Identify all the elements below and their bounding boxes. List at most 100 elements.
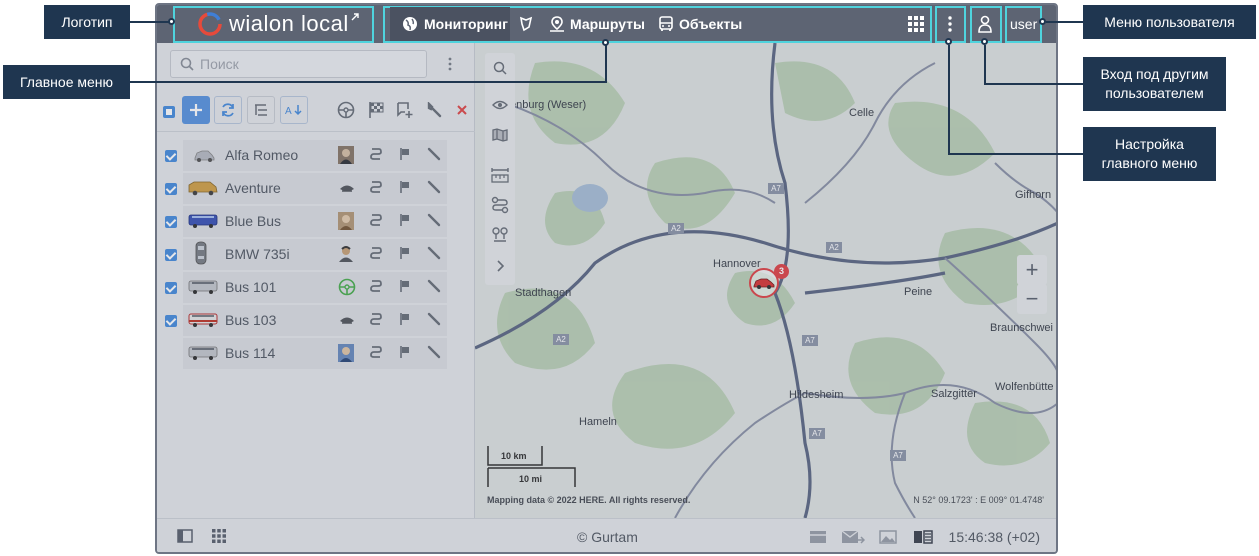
apps-grid-icon <box>212 529 226 543</box>
zoom-out-button[interactable]: − <box>1017 284 1047 314</box>
map-layers-visibility-button[interactable] <box>485 90 515 120</box>
address-tool-button[interactable] <box>485 220 515 250</box>
tab-units[interactable]: Объекты <box>657 5 742 43</box>
driver-avatar-icon <box>340 317 354 324</box>
tab-routes[interactable]: Маршруты <box>548 5 645 43</box>
sort-button[interactable]: A <box>280 96 308 124</box>
steering-wheel-icon <box>337 101 355 119</box>
tab-label: Мониторинг <box>424 16 508 32</box>
logo[interactable]: wialon local <box>197 5 359 43</box>
app-window: wialon local Мониторинг Маршруты Объекты <box>155 3 1058 554</box>
callout-login-as: Вход под другим пользователем <box>1083 57 1226 111</box>
driver-photo-icon <box>338 212 354 230</box>
scale-km-label: 10 km <box>501 451 527 461</box>
map-search-button[interactable] <box>485 53 515 83</box>
unit-row[interactable]: Bus 103 <box>157 305 475 338</box>
svg-text:A: A <box>285 106 292 116</box>
messages-button[interactable] <box>841 530 866 549</box>
unit-row[interactable]: Blue Bus <box>157 206 475 239</box>
unit-name: Bus 114 <box>225 345 276 361</box>
city-label: Hameln <box>579 416 617 428</box>
flag-icon <box>400 346 409 358</box>
sort-az-icon: A <box>285 105 302 116</box>
unit-checkbox[interactable] <box>165 315 177 327</box>
unit-checkbox[interactable] <box>165 216 177 228</box>
layout-button[interactable] <box>913 530 933 549</box>
search-input[interactable]: Поиск <box>170 50 427 78</box>
city-label: Hildesheim <box>789 389 844 401</box>
road-label: A7 <box>802 335 818 346</box>
add-geofence-button[interactable] <box>391 96 419 124</box>
car-icon <box>753 278 775 289</box>
van-icon <box>188 181 218 196</box>
select-all-checkbox[interactable] <box>160 98 178 126</box>
city-label: Stadthagen <box>515 287 572 299</box>
toolbar-divider <box>157 131 475 132</box>
trips-column-button[interactable] <box>362 96 390 124</box>
card-icon <box>810 531 826 543</box>
gallery-button[interactable] <box>879 530 897 549</box>
map[interactable]: A7 A2 A2 A7 A7 A7 A2 enburg (Weser) Cell… <box>475 43 1056 518</box>
apps-bottom-button[interactable] <box>212 529 226 548</box>
add-unit-button[interactable] <box>182 96 210 124</box>
unit-name: Bus 103 <box>225 312 277 328</box>
unit-row[interactable]: Alfa Romeo <box>157 140 475 173</box>
globe-icon <box>403 17 417 31</box>
driver-column-button[interactable] <box>332 96 360 124</box>
callout-line <box>130 21 171 23</box>
callout-line <box>948 45 950 155</box>
car-top-icon <box>195 241 207 265</box>
service-column-button[interactable] <box>420 96 448 124</box>
callout-dot <box>1039 18 1046 25</box>
map-attribution: Mapping data © 2022 HERE. All rights res… <box>487 495 691 505</box>
columns-icon <box>914 530 933 544</box>
unit-checkbox[interactable] <box>165 249 177 261</box>
apps-button[interactable] <box>908 5 924 43</box>
city-label: Hannover <box>713 258 761 270</box>
tab-monitoring[interactable]: Мониторинг <box>390 7 510 41</box>
flag-icon <box>400 280 409 292</box>
points-icon <box>492 227 508 242</box>
notifications-button[interactable] <box>809 530 827 549</box>
callout-line <box>949 153 1083 155</box>
map-source-button[interactable] <box>485 120 515 150</box>
routing-tool-button[interactable] <box>485 190 515 220</box>
clock: 15:46:38 (+02) <box>948 529 1040 545</box>
unit-name: Aventure <box>225 180 281 196</box>
user-icon <box>978 15 992 33</box>
steering-wheel-icon <box>338 278 356 296</box>
unit-row[interactable]: Bus 101 <box>157 272 475 305</box>
plus-icon <box>190 104 202 116</box>
callout-dot <box>981 38 988 45</box>
flag-icon <box>400 181 409 193</box>
unit-row[interactable]: Bus 114 <box>157 338 475 371</box>
close-icon <box>457 105 467 115</box>
city-label: Peine <box>904 286 933 298</box>
tab-geofences[interactable] <box>517 5 535 43</box>
flag-icon <box>400 313 409 325</box>
delete-button[interactable] <box>448 96 476 124</box>
user-menu-button[interactable]: user <box>1010 5 1037 43</box>
unit-row[interactable]: BMW 735i <box>157 239 475 272</box>
unit-checkbox[interactable] <box>165 282 177 294</box>
zoom-in-button[interactable]: + <box>1017 255 1047 285</box>
unit-row[interactable]: Aventure <box>157 173 475 206</box>
expand-tools-button[interactable] <box>485 251 515 281</box>
wrench-icon <box>427 312 441 326</box>
road-label: A7 <box>809 428 825 439</box>
image-icon <box>879 530 897 544</box>
route-builder-icon <box>491 196 509 214</box>
unit-checkbox[interactable] <box>165 150 177 162</box>
callout-dot <box>602 39 609 46</box>
list-options-button[interactable] <box>436 50 464 78</box>
cursor-coordinates: N 52° 09.1723' : E 009° 01.4748' <box>913 495 1044 505</box>
toggle-panel-button[interactable] <box>177 529 193 548</box>
unit-checkbox[interactable] <box>165 183 177 195</box>
group-button[interactable] <box>247 96 275 124</box>
search-placeholder: Поиск <box>200 56 239 72</box>
distance-tool-button[interactable] <box>485 160 515 190</box>
road-label: A7 <box>768 183 784 194</box>
callout-line <box>130 81 607 83</box>
refresh-button[interactable] <box>214 96 242 124</box>
blue-bus-icon <box>188 214 218 228</box>
